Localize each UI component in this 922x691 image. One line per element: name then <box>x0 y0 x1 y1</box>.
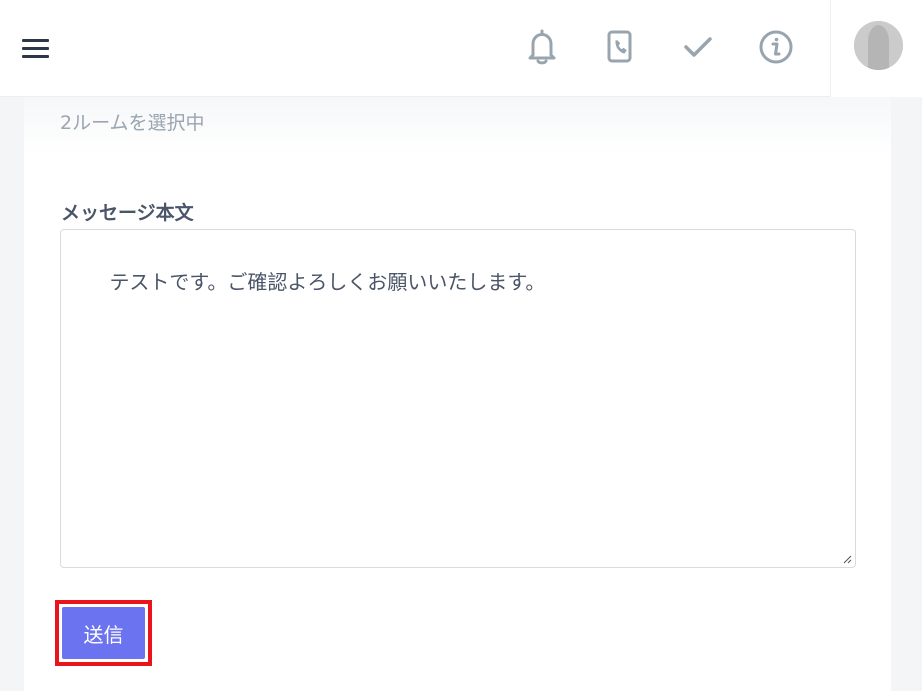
phone-book-icon[interactable] <box>600 27 640 67</box>
info-icon[interactable] <box>756 27 796 67</box>
resize-handle-icon[interactable] <box>842 554 852 564</box>
avatar[interactable] <box>854 21 903 70</box>
menu-icon[interactable] <box>22 37 50 59</box>
card-header: 2ルームを選択中 <box>24 97 891 155</box>
selected-rooms-count: 2ルームを選択中 <box>60 112 205 134</box>
message-body-text: テストです。ご確認よろしくお願いいたします。 <box>109 270 546 294</box>
top-header <box>0 0 922 97</box>
message-body-label: メッセージ本文 <box>61 202 194 224</box>
user-menu[interactable] <box>830 0 922 97</box>
check-icon[interactable] <box>678 27 718 67</box>
message-body-textarea[interactable]: テストです。ご確認よろしくお願いいたします。 <box>60 229 856 568</box>
send-button[interactable]: 送信 <box>62 607 145 659</box>
message-form-card: 2ルームを選択中 メッセージ本文 テストです。ご確認よろしくお願いいたします。 … <box>24 97 891 691</box>
bell-icon[interactable] <box>522 27 562 67</box>
